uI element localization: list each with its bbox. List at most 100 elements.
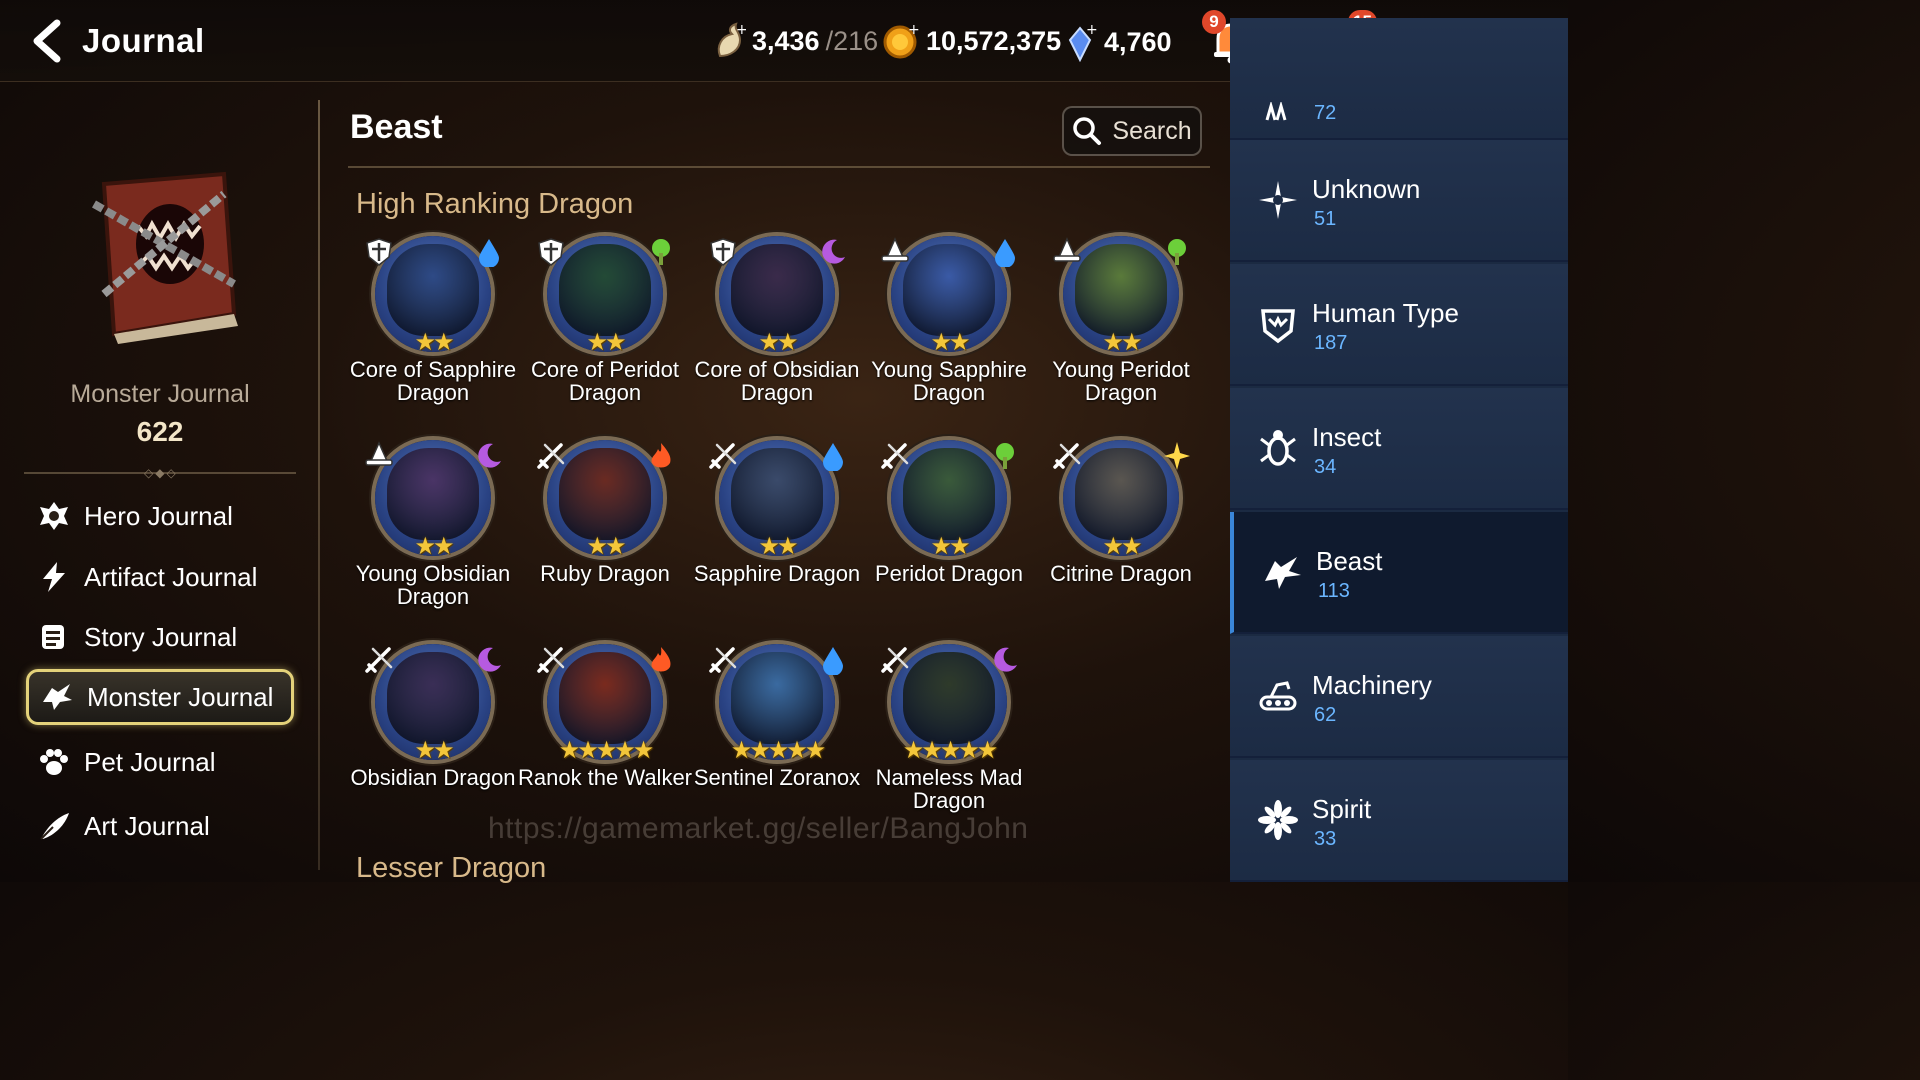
warrior-role-icon [362, 644, 396, 676]
dragon-figure [1075, 448, 1167, 540]
human-type-icon [1256, 302, 1300, 346]
stamina-counter[interactable]: + 3,436 /216 [712, 22, 878, 60]
back-button[interactable] [22, 16, 72, 66]
machinery-icon [1256, 674, 1300, 718]
gold-counter[interactable]: + 10,572,375 [882, 22, 1061, 60]
search-button[interactable]: Search [1062, 106, 1202, 156]
dragon-figure [387, 652, 479, 744]
unknown-icon [1256, 178, 1300, 222]
nav-artifact-journal[interactable]: Artifact Journal [26, 549, 294, 605]
category-label: Insect [1312, 422, 1382, 452]
nav-art-journal-label: Art Journal [84, 810, 210, 841]
dragon-head-icon [39, 679, 75, 715]
earth-element-icon [990, 440, 1020, 472]
monster-card[interactable]: ★★★★★ Sentinel Zoranox [692, 640, 862, 840]
dragon-figure [559, 244, 651, 336]
search-icon [1073, 117, 1102, 145]
svg-text:+: + [1086, 22, 1098, 38]
scroll-icon [36, 619, 72, 655]
category-label: Unknown [1312, 174, 1421, 204]
title-divider [348, 166, 1210, 168]
category-title: Beast [350, 108, 443, 146]
dark-element-icon [990, 644, 1020, 676]
star-rating: ★★ [758, 533, 798, 560]
dragon-figure [559, 652, 651, 744]
journal-title: Monster Journal [70, 380, 250, 408]
monster-card[interactable]: ★★ Core of Sapphire Dragon [348, 232, 518, 432]
warrior-role-icon [878, 644, 912, 676]
light-element-icon [1162, 440, 1192, 472]
monster-card[interactable]: ★★ Core of Peridot Dragon [520, 232, 690, 432]
svg-text:+: + [908, 22, 920, 38]
monster-name: Young Obsidian Dragon [355, 561, 511, 609]
dark-element-icon [474, 644, 504, 676]
category-list: 72 Unknown 51 Human Type 187 Insect 34 B… [1230, 18, 1568, 882]
monster-card[interactable]: ★★ Young Sapphire Dragon [864, 232, 1034, 432]
monster-name: Sapphire Dragon [693, 561, 861, 586]
category-item-partial[interactable]: 72 [1230, 18, 1568, 140]
star-rating: ★★★★★ [558, 737, 655, 764]
earth-element-icon [646, 236, 676, 268]
category-item-human-type[interactable]: Human Type 187 [1230, 264, 1568, 386]
monster-card[interactable]: ★★ Core of Obsidian Dragon [692, 232, 862, 432]
category-item-spirit[interactable]: Spirit 33 [1230, 760, 1568, 882]
star-rating: ★★★★★ [902, 737, 999, 764]
dragon-figure [559, 448, 651, 540]
nav-pet-journal[interactable]: Pet Journal [26, 734, 294, 790]
monster-name: Obsidian Dragon [350, 765, 516, 790]
monster-card[interactable]: ★★ Young Peridot Dragon [1036, 232, 1206, 432]
nav-story-journal[interactable]: Story Journal [26, 609, 294, 665]
monster-journal-book-image [74, 164, 244, 344]
monster-card[interactable]: ★★★★★ Nameless Mad Dragon [864, 640, 1034, 840]
star-rating: ★★ [758, 329, 798, 356]
star-rating: ★★ [414, 533, 454, 560]
mage-role-icon [878, 236, 912, 268]
monster-card[interactable]: ★★ Peridot Dragon [864, 436, 1034, 636]
monster-name: Young Sapphire Dragon [871, 357, 1027, 405]
fire-element-icon [646, 644, 676, 676]
category-item-insect[interactable]: Insect 34 [1230, 388, 1568, 510]
nav-hero-journal[interactable]: Hero Journal [26, 488, 294, 544]
crystal-counter[interactable]: + 4,760 [1066, 22, 1172, 62]
monster-card[interactable]: ★★ Obsidian Dragon [348, 640, 518, 840]
section-lesser-dragon: Lesser Dragon [356, 852, 547, 884]
fire-element-icon [646, 440, 676, 472]
monster-name: Peridot Dragon [875, 561, 1023, 586]
notifications-badge: 9 [1202, 10, 1226, 34]
monster-card[interactable]: ★★ Young Obsidian Dragon [348, 436, 518, 636]
dark-element-icon [474, 440, 504, 472]
warrior-role-icon [534, 644, 568, 676]
watermark-text: https://gamemarket.gg/seller/BangJohn [488, 812, 1029, 845]
journal-sidebar: Monster Journal 622 ◇◆◇ Hero Journal Art… [0, 82, 320, 882]
category-item-unknown[interactable]: Unknown 51 [1230, 140, 1568, 262]
category-item-beast[interactable]: Beast 113 [1230, 512, 1568, 634]
nav-monster-journal[interactable]: Monster Journal [26, 669, 294, 725]
back-arrow-icon [33, 19, 61, 63]
star-rating: ★★ [586, 533, 626, 560]
dragon-figure [731, 448, 823, 540]
monster-card[interactable]: ★★ Ruby Dragon [520, 436, 690, 636]
paw-icon [36, 744, 72, 780]
warrior-role-icon [706, 644, 740, 676]
crystal-value: 4,760 [1104, 26, 1172, 57]
monster-card[interactable]: ★★ Sapphire Dragon [692, 436, 862, 636]
mage-role-icon [1050, 236, 1084, 268]
dragon-figure [903, 652, 995, 744]
water-element-icon [990, 236, 1020, 268]
warrior-role-icon [878, 440, 912, 472]
category-item-machinery[interactable]: Machinery 62 [1230, 636, 1568, 758]
beast-icon [1260, 550, 1304, 594]
panel-separator [318, 100, 320, 870]
monster-name: Core of Sapphire Dragon [349, 357, 517, 405]
dragon-figure [731, 244, 823, 336]
star-rating: ★★ [414, 737, 454, 764]
nav-art-journal[interactable]: Art Journal [26, 798, 294, 854]
category-count: 62 [1314, 704, 1337, 726]
monster-card[interactable]: ★★ Citrine Dragon [1036, 436, 1206, 636]
mage-role-icon [362, 440, 396, 472]
dragon-figure [903, 244, 995, 336]
nav-monster-journal-label: Monster Journal [87, 681, 274, 712]
monster-name: Nameless Mad Dragon [875, 765, 1023, 813]
dragon-figure [903, 448, 995, 540]
monster-card[interactable]: ★★★★★ Ranok the Walker [518, 640, 692, 840]
